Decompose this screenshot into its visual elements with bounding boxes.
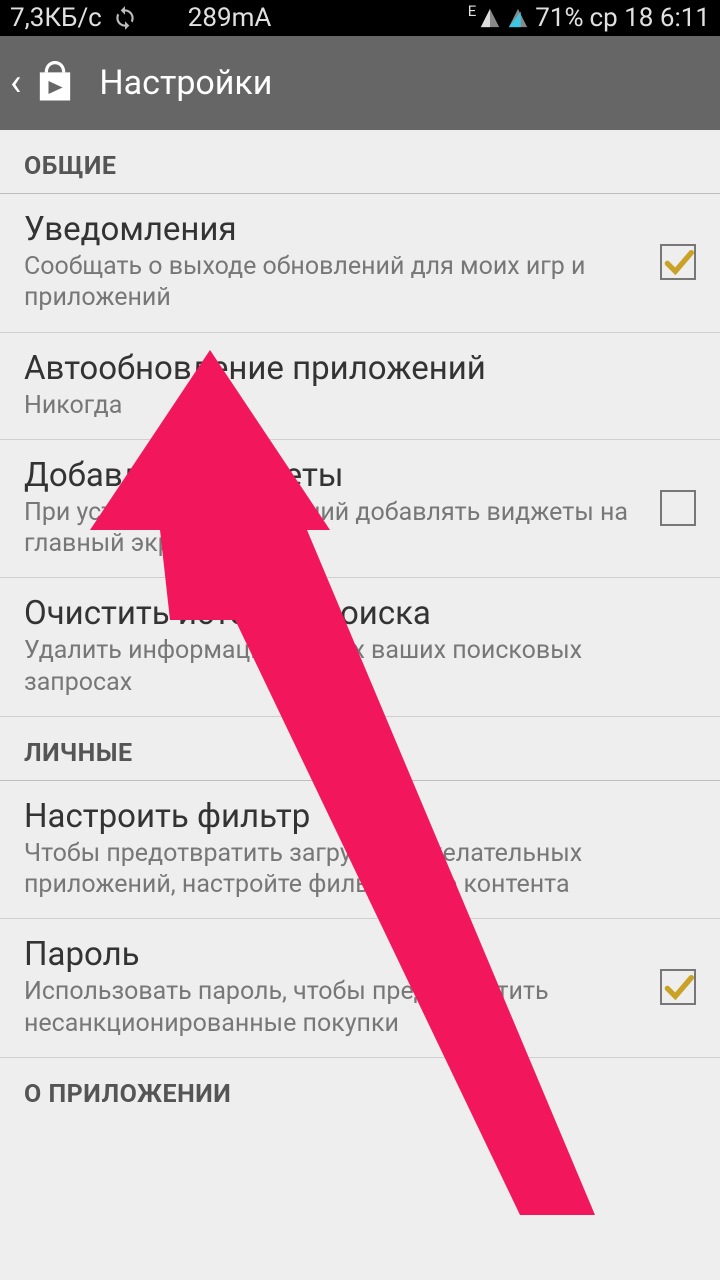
back-icon[interactable]: ‹ [10,61,21,105]
setting-password[interactable]: Пароль Использовать пароль, чтобы предот… [0,919,720,1058]
setting-title: Настроить фильтр [24,797,696,836]
widgets-checkbox[interactable] [660,490,696,526]
action-bar: ‹ Настройки [0,36,720,130]
network-speed: 7,3КБ/с [10,3,102,33]
battery-level: 71% [535,3,583,33]
section-about: О ПРИЛОЖЕНИИ [0,1058,720,1121]
section-general: ОБЩИЕ [0,130,720,194]
setting-notifications[interactable]: Уведомления Сообщать о выходе обновлений… [0,194,720,333]
setting-title: Пароль [24,935,644,974]
setting-filter[interactable]: Настроить фильтр Чтобы предотвратить заг… [0,781,720,920]
setting-subtitle: Удалить информацию о всех ваших поисковы… [24,635,696,698]
setting-title: Очистить историю поиска [24,594,696,633]
edge-indicator: E [468,2,477,20]
notifications-checkbox[interactable] [660,244,696,280]
play-store-icon[interactable] [29,55,81,111]
setting-subtitle: Чтобы предотвратить загрузку нежелательн… [24,838,696,901]
setting-widgets[interactable]: Добавлять виджеты При установке приложен… [0,440,720,579]
section-personal: ЛИЧНЫЕ [0,717,720,781]
setting-subtitle: Никогда [24,390,696,421]
setting-subtitle: Сообщать о выходе обновлений для моих иг… [24,251,644,314]
current-draw: 289mA [188,3,272,33]
signal-icon-1 [479,7,501,29]
signal-icon-2 [507,7,529,29]
setting-autoupdate[interactable]: Автообновление приложений Никогда [0,333,720,440]
setting-clear-search[interactable]: Очистить историю поиска Удалить информац… [0,578,720,717]
setting-subtitle: Использовать пароль, чтобы предотвратить… [24,976,644,1039]
setting-subtitle: При установке приложений добавлять видже… [24,497,644,560]
status-bar: 7,3КБ/с 289mA E 71% ср 18 6:11 [0,0,720,36]
setting-title: Добавлять виджеты [24,456,644,495]
page-title: Настройки [99,63,272,103]
sync-icon [112,5,138,31]
settings-list: ОБЩИЕ Уведомления Сообщать о выходе обно… [0,130,720,1121]
setting-title: Автообновление приложений [24,349,696,388]
date-time: ср 18 6:11 [590,3,710,33]
setting-title: Уведомления [24,210,644,249]
password-checkbox[interactable] [660,969,696,1005]
